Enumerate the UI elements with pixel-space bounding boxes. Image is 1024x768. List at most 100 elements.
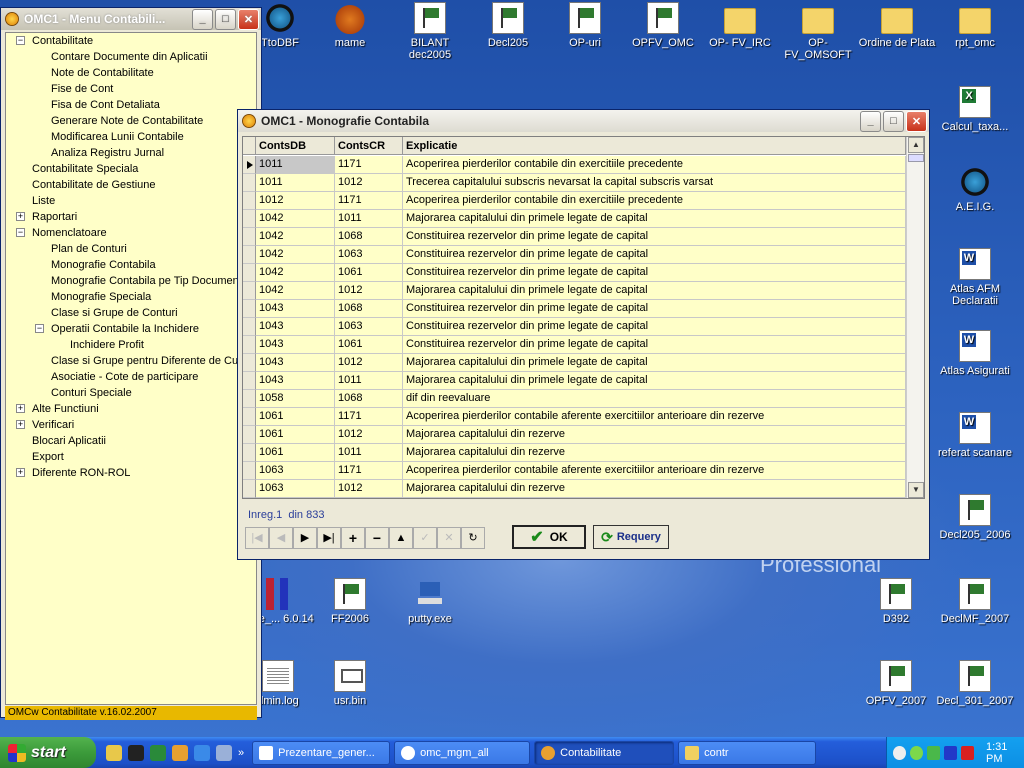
task-omc-mgm-all[interactable]: omc_mgm_all bbox=[394, 740, 531, 765]
row-indicator[interactable] bbox=[243, 390, 256, 408]
expand-icon[interactable]: + bbox=[16, 404, 25, 413]
row-indicator[interactable] bbox=[243, 354, 256, 372]
column-header-contsdb[interactable]: ContsDB bbox=[256, 137, 335, 154]
table-row[interactable]: 1042 1011 Majorarea capitalului din primel… bbox=[243, 210, 906, 228]
table-cell[interactable]: 1043 bbox=[256, 354, 335, 372]
table-cell[interactable]: 1012 bbox=[335, 282, 403, 300]
collapse-icon[interactable]: − bbox=[35, 324, 44, 333]
maximize-button[interactable]: □ bbox=[883, 110, 904, 132]
close-button[interactable]: ✕ bbox=[238, 8, 259, 30]
table-cell[interactable]: 1043 bbox=[256, 336, 335, 354]
table-cell[interactable]: 1068 bbox=[335, 390, 403, 408]
table-cell[interactable]: 1171 bbox=[335, 408, 403, 426]
table-cell[interactable]: 1061 bbox=[335, 336, 403, 354]
row-indicator[interactable] bbox=[243, 282, 256, 300]
desktop-icon[interactable]: Decl205 bbox=[468, 2, 548, 49]
tree-item[interactable]: Asociatie - Cote de participare bbox=[6, 369, 256, 385]
row-indicator[interactable] bbox=[243, 480, 256, 498]
tray-antivirus-icon[interactable] bbox=[961, 745, 974, 760]
expand-icon[interactable]: + bbox=[16, 212, 25, 221]
table-cell[interactable]: 1063 bbox=[256, 480, 335, 498]
table-cell[interactable]: 1061 bbox=[256, 426, 335, 444]
desktop-icon[interactable]: A.E.I.G. bbox=[935, 166, 1015, 213]
network-icon[interactable] bbox=[216, 744, 232, 761]
table-cell[interactable]: 1063 bbox=[335, 246, 403, 264]
desktop-icon[interactable]: rpt_omc bbox=[935, 2, 1015, 49]
table-row[interactable]: 1012 1171 Acoperirea pierderilor contabile… bbox=[243, 192, 906, 210]
row-indicator[interactable] bbox=[243, 228, 256, 246]
table-cell[interactable]: 1012 bbox=[335, 480, 403, 498]
tree-item[interactable]: Liste bbox=[6, 193, 256, 209]
desktop-icon[interactable]: Atlas Asigurati bbox=[935, 330, 1015, 377]
row-indicator[interactable] bbox=[243, 462, 256, 480]
table-cell[interactable]: 1011 bbox=[256, 156, 335, 174]
table-cell[interactable]: 1063 bbox=[256, 462, 335, 480]
grid-vertical-scrollbar[interactable]: ▲ ▼ bbox=[906, 137, 924, 498]
table-row[interactable]: 1043 1061 Constituirea rezervelor din prim… bbox=[243, 336, 906, 354]
nav-delete-button[interactable]: − bbox=[365, 527, 389, 549]
row-indicator[interactable] bbox=[243, 156, 256, 174]
desktop-icon[interactable]: OP- FV_OMSOFT bbox=[778, 2, 858, 61]
table-cell[interactable]: Acoperirea pierderilor contabile din exe… bbox=[403, 192, 906, 210]
tree-item[interactable]: Modificarea Lunii Contabile bbox=[6, 129, 256, 145]
table-cell[interactable]: dif din reevaluare bbox=[403, 390, 906, 408]
tree-item[interactable]: Clase si Grupe de Conturi bbox=[6, 305, 256, 321]
table-row[interactable]: 1043 1068 Constituirea rezervelor din prim… bbox=[243, 300, 906, 318]
desktop-icon[interactable]: Calcul_taxa... bbox=[935, 86, 1015, 133]
row-indicator[interactable] bbox=[243, 408, 256, 426]
tray-network-icon[interactable] bbox=[927, 745, 940, 760]
collapse-icon[interactable]: − bbox=[16, 36, 25, 45]
table-cell[interactable]: Acoperirea pierderilor contabile din exe… bbox=[403, 156, 906, 174]
start-button[interactable]: start bbox=[0, 737, 96, 768]
scroll-up-button[interactable]: ▲ bbox=[908, 137, 924, 153]
task-prezentare[interactable]: Prezentare_gener... bbox=[252, 740, 391, 765]
desktop-icon[interactable]: BILANT dec2005 bbox=[390, 2, 470, 61]
table-cell[interactable]: 1012 bbox=[335, 426, 403, 444]
tray-media-icon[interactable] bbox=[944, 745, 957, 760]
table-cell[interactable]: Majorarea capitalului din rezerve bbox=[403, 426, 906, 444]
tree-item[interactable]: Blocari Aplicatii bbox=[6, 433, 256, 449]
table-cell[interactable]: 1011 bbox=[335, 372, 403, 390]
table-cell[interactable]: 1042 bbox=[256, 264, 335, 282]
table-row[interactable]: 1058 1068 dif din reevaluare bbox=[243, 390, 906, 408]
table-row[interactable]: 1061 1012 Majorarea capitalului din rezerv… bbox=[243, 426, 906, 444]
desktop-icon[interactable]: OPFV_OMC bbox=[623, 2, 703, 49]
table-cell[interactable]: Majorarea capitalului din rezerve bbox=[403, 444, 906, 462]
expand-icon[interactable]: + bbox=[16, 468, 25, 477]
table-cell[interactable]: Constituirea rezervelor din prime legate… bbox=[403, 264, 906, 282]
desktop-icon[interactable]: usr.bin bbox=[310, 660, 390, 707]
desktop-icon[interactable]: mame bbox=[310, 2, 390, 49]
table-row[interactable]: 1043 1011 Majorarea capitalului din primel… bbox=[243, 372, 906, 390]
menu-window-titlebar[interactable]: OMC1 - Menu Contabili... _ □ ✕ bbox=[1, 8, 261, 30]
tree-item[interactable]: Monografie Speciala bbox=[6, 289, 256, 305]
ok-button[interactable]: ✔ OK bbox=[512, 525, 586, 549]
tree-item[interactable]: Fisa de Cont Detaliata bbox=[6, 97, 256, 113]
table-cell[interactable]: 1012 bbox=[335, 174, 403, 192]
table-row[interactable]: 1042 1068 Constituirea rezervelor din prim… bbox=[243, 228, 906, 246]
tree-item[interactable]: − Nomenclatoare bbox=[6, 225, 256, 241]
tree-item[interactable]: + Raportari bbox=[6, 209, 256, 225]
tree-item[interactable]: − Operatii Contabile la Inchidere bbox=[6, 321, 256, 337]
table-cell[interactable]: 1171 bbox=[335, 192, 403, 210]
nav-add-button[interactable]: + bbox=[341, 527, 365, 549]
row-indicator[interactable] bbox=[243, 174, 256, 192]
desktop-icon[interactable]: Decl205_2006 bbox=[935, 494, 1015, 541]
table-row[interactable]: 1061 1171 Acoperirea pierderilor contabile… bbox=[243, 408, 906, 426]
row-indicator[interactable] bbox=[243, 372, 256, 390]
tree-item[interactable]: + Diferente RON-ROL bbox=[6, 465, 256, 481]
tree-item[interactable]: Monografie Contabila pe Tip Document bbox=[6, 273, 256, 289]
table-row[interactable]: 1061 1011 Majorarea capitalului din rezerv… bbox=[243, 444, 906, 462]
table-cell[interactable]: Constituirea rezervelor din prime legate… bbox=[403, 336, 906, 354]
maximize-button[interactable]: □ bbox=[215, 8, 236, 30]
table-row[interactable]: 1063 1012 Majorarea capitalului din rezerv… bbox=[243, 480, 906, 498]
table-cell[interactable]: 1068 bbox=[335, 228, 403, 246]
table-cell[interactable]: Constituirea rezervelor din prime legate… bbox=[403, 300, 906, 318]
table-cell[interactable]: Majorarea capitalului din primele legate… bbox=[403, 372, 906, 390]
row-indicator[interactable] bbox=[243, 336, 256, 354]
desktop-icon[interactable]: OP- FV_IRC bbox=[700, 2, 780, 49]
tree-item[interactable]: Fise de Cont bbox=[6, 81, 256, 97]
row-indicator[interactable] bbox=[243, 192, 256, 210]
desktop-icon[interactable]: Atlas AFM Declaratii bbox=[935, 248, 1015, 307]
table-cell[interactable]: 1063 bbox=[335, 318, 403, 336]
nav-prev-button[interactable]: ◀ bbox=[269, 527, 293, 549]
